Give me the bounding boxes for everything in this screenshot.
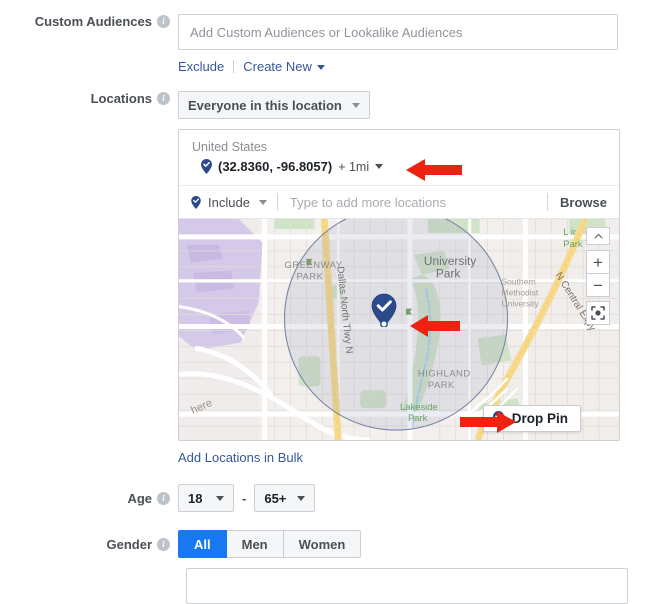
svg-text:PARK: PARK [428, 380, 455, 391]
location-country-heading: United States [192, 140, 268, 154]
gender-row: Gender i All Men Women [0, 530, 646, 558]
age-range-separator: - [242, 490, 247, 506]
svg-text:Lakeside: Lakeside [400, 402, 438, 413]
location-map[interactable]: GREENWAY PARK University Park Southern M… [179, 218, 619, 440]
create-new-label: Create New [243, 59, 312, 74]
age-max-dropdown[interactable]: 65+ [254, 484, 316, 512]
location-scope-dropdown[interactable]: Everyone in this location [178, 91, 370, 119]
chevron-down-icon [297, 495, 306, 501]
svg-text:HIGHLAND: HIGHLAND [418, 368, 471, 379]
drop-pin-label: Drop Pin [511, 411, 568, 426]
location-search-bar: Include Browse [179, 185, 619, 218]
drop-pin-button[interactable]: Drop Pin [482, 405, 581, 432]
map-zoom-out-label: − [593, 275, 603, 295]
info-icon[interactable]: i [157, 537, 170, 551]
location-entry-row: (32.8360, -96.8057) + 1mi [179, 157, 619, 185]
add-locations-in-bulk-link[interactable]: Add Locations in Bulk [178, 450, 303, 465]
info-icon[interactable]: i [157, 92, 170, 105]
svg-text:University: University [502, 299, 540, 309]
locations-row: Locations i Everyone in this location Un… [0, 91, 646, 465]
link-divider [233, 60, 235, 73]
map-zoom-in-label: + [593, 252, 603, 272]
locations-label-group: Locations i [0, 91, 178, 106]
chevron-down-icon [375, 164, 384, 169]
map-pin-check-icon [201, 159, 212, 174]
custom-audiences-field-col: Exclude Create New [178, 14, 646, 74]
svg-text:Park: Park [408, 413, 428, 424]
locations-panel: United States (32.8360, -96.8057) + 1mi … [178, 129, 620, 441]
map-pin-check-icon [492, 411, 504, 426]
svg-text:GREENWAY: GREENWAY [285, 260, 343, 271]
gender-segmented-control: All Men Women [178, 530, 362, 558]
svg-text:Southern: Southern [502, 277, 537, 287]
include-label: Include [208, 194, 250, 210]
locations-label: Locations [90, 91, 152, 106]
age-min-dropdown[interactable]: 18 [178, 484, 234, 512]
map-recenter-button[interactable] [586, 301, 610, 325]
map-zoom-out-button[interactable]: − [586, 273, 610, 297]
custom-audiences-label: Custom Audiences [34, 14, 152, 29]
chevron-up-icon [593, 233, 603, 239]
custom-audiences-links: Exclude Create New [178, 59, 646, 74]
chevron-down-icon [258, 199, 267, 205]
svg-text:Methodist: Methodist [502, 288, 539, 298]
gender-label: Gender [106, 536, 152, 552]
create-new-link[interactable]: Create New [243, 59, 325, 74]
gender-option-women[interactable]: Women [283, 530, 362, 558]
age-label: Age [127, 490, 152, 506]
chevron-down-icon [316, 65, 325, 71]
info-icon[interactable]: i [157, 15, 170, 28]
chevron-down-icon [216, 495, 224, 501]
browse-button[interactable]: Browse [558, 195, 607, 210]
recenter-icon [591, 306, 605, 320]
svg-text:University: University [424, 254, 476, 268]
map-pin-check-icon [371, 293, 397, 327]
age-field-col: 18 - 65+ [178, 484, 646, 512]
custom-audiences-row: Custom Audiences i Exclude Create New [0, 0, 646, 74]
location-search-input[interactable] [287, 193, 538, 211]
gender-label-group: Gender i [0, 537, 178, 552]
next-field-partial[interactable] [186, 568, 628, 604]
include-exclude-dropdown[interactable]: Include [191, 195, 267, 210]
locations-field-col: Everyone in this location United States … [178, 91, 646, 465]
divider [547, 193, 549, 211]
gender-option-all[interactable]: All [178, 530, 227, 558]
age-max-value: 65+ [264, 490, 287, 506]
location-scope-value: Everyone in this location [188, 97, 342, 113]
location-coordinates: (32.8360, -96.8057) [218, 159, 333, 174]
gender-option-men[interactable]: Men [226, 530, 284, 558]
divider [276, 193, 278, 211]
svg-text:Park: Park [436, 267, 461, 281]
chevron-down-icon [351, 102, 360, 108]
location-radius-dropdown[interactable]: + 1mi [338, 159, 384, 174]
age-min-value: 18 [188, 490, 203, 506]
location-radius-value: + 1mi [338, 159, 370, 174]
svg-text:PARK: PARK [296, 272, 323, 283]
exclude-link[interactable]: Exclude [178, 59, 224, 74]
map-pin-check-icon [191, 195, 201, 209]
svg-text:Park: Park [563, 239, 583, 250]
gender-field-col: All Men Women [178, 530, 646, 558]
map-zoom-in-button[interactable]: + [586, 250, 610, 274]
custom-audiences-label-group: Custom Audiences i [0, 14, 178, 29]
age-label-group: Age i [0, 491, 178, 506]
map-controls: + − [586, 227, 610, 325]
custom-audiences-input[interactable] [178, 14, 618, 50]
age-row: Age i 18 - 65+ [0, 484, 646, 512]
info-icon[interactable]: i [157, 491, 170, 505]
svg-text:L ir: L ir [563, 227, 576, 238]
map-collapse-button[interactable] [586, 227, 610, 245]
